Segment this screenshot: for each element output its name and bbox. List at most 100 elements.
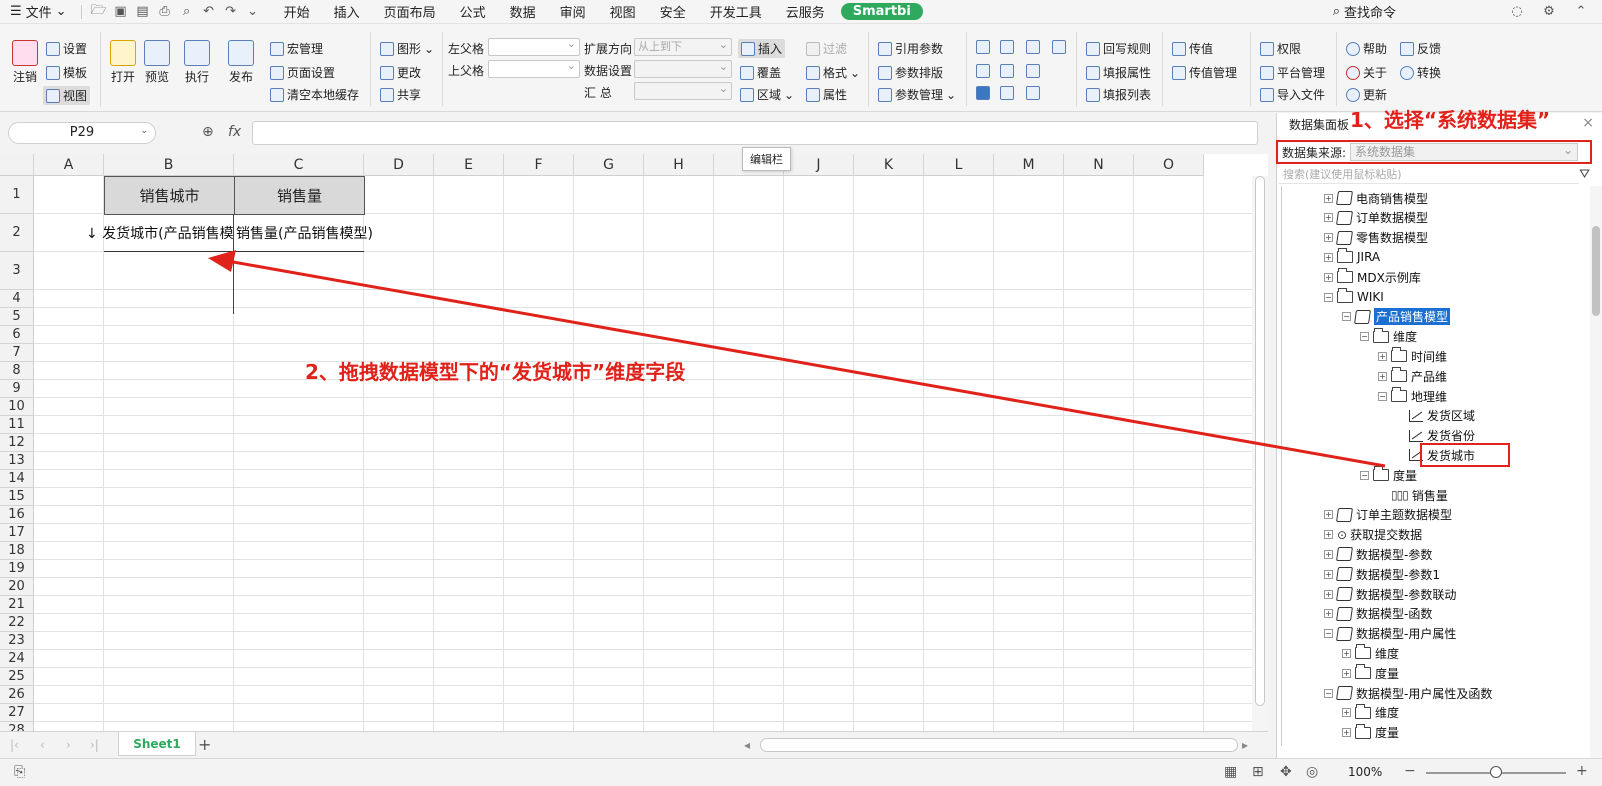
tab-6[interactable]: 视图 — [598, 2, 648, 21]
filter-icon[interactable]: ⛛ — [1579, 167, 1590, 182]
row-header-28[interactable]: 28 — [0, 722, 34, 731]
row-header-23[interactable]: 23 — [0, 632, 34, 650]
tree-node[interactable]: + 数据模型-参数 — [1324, 544, 1432, 564]
tab-smartbi[interactable]: Smartbi — [840, 3, 923, 20]
permission-button[interactable]: 权限 — [1260, 40, 1301, 57]
platform-manage-button[interactable]: 平台管理 — [1260, 64, 1325, 81]
row-header-13[interactable]: 13 — [0, 452, 34, 470]
collapse-icon[interactable]: − — [1324, 629, 1333, 639]
column-header-J[interactable]: J — [784, 154, 854, 176]
tab-0[interactable]: 开始 — [272, 2, 322, 21]
find-command[interactable]: ⌕ 查找命令 — [1333, 2, 1396, 21]
tree-node[interactable]: + 订单主题数据模型 — [1324, 505, 1452, 525]
row-header-14[interactable]: 14 — [0, 470, 34, 488]
row-header-3[interactable]: 3 — [0, 252, 34, 290]
tab-5[interactable]: 审阅 — [548, 2, 598, 21]
tree-node[interactable]: − 数据模型-用户属性 — [1324, 624, 1456, 644]
gear-icon[interactable]: ⚙ — [1538, 1, 1560, 23]
redo-icon[interactable]: ↷ — [220, 1, 242, 23]
param-layout-button[interactable]: 参数排版 — [878, 64, 943, 81]
filter-button[interactable]: 过滤 — [806, 40, 847, 57]
fill-list-button[interactable]: 填报列表 — [1086, 86, 1151, 103]
expand-icon[interactable]: + — [1342, 708, 1351, 718]
tree-node[interactable]: + 数据模型-参数1 — [1324, 564, 1440, 584]
tree-node[interactable]: − 度量 — [1360, 465, 1417, 485]
cover-button[interactable]: 覆盖 — [740, 64, 781, 81]
tree-node[interactable]: ▯▯▯ 销售量 — [1378, 485, 1448, 505]
tree-node[interactable]: + 零售数据模型 — [1324, 228, 1428, 248]
chevron-down-icon[interactable]: ⌄ — [140, 125, 148, 136]
row-header-6[interactable]: 6 — [0, 326, 34, 344]
expand-icon[interactable]: + — [1324, 530, 1333, 540]
collapse-ribbon-icon[interactable]: ⌃ — [1570, 1, 1592, 23]
next-sheet-icon[interactable]: › — [66, 738, 71, 752]
property-button[interactable]: 属性 — [806, 86, 847, 103]
row-header-11[interactable]: 11 — [0, 416, 34, 434]
widget-button-10[interactable] — [1026, 86, 1040, 100]
expand-icon[interactable]: + — [1342, 668, 1351, 678]
insert-button[interactable]: 插入 — [738, 39, 786, 58]
row-header-19[interactable]: 19 — [0, 560, 34, 578]
tree-node[interactable]: + 度量 — [1342, 723, 1399, 743]
template-button[interactable]: 模板 — [46, 64, 87, 81]
cell-b1[interactable]: 销售城市 — [104, 176, 235, 215]
row-header-21[interactable]: 21 — [0, 596, 34, 614]
row-header-18[interactable]: 18 — [0, 542, 34, 560]
widget-button-9[interactable] — [1000, 86, 1014, 100]
tab-1[interactable]: 插入 — [322, 2, 372, 21]
tab-4[interactable]: 数据 — [498, 2, 548, 21]
pdf-icon[interactable]: ▤ — [132, 1, 154, 23]
widget-button-3[interactable] — [1026, 40, 1040, 54]
about-button[interactable]: 关于 — [1346, 64, 1387, 81]
ref-param-button[interactable]: 引用参数 — [878, 40, 943, 57]
region-button[interactable]: 区域 ⌄ — [740, 86, 794, 103]
column-header-M[interactable]: M — [994, 154, 1064, 176]
scroll-thumb[interactable] — [1255, 176, 1265, 706]
comment-icon[interactable]: ◌ — [1506, 1, 1528, 23]
first-sheet-icon[interactable]: |‹ — [10, 738, 19, 752]
prev-sheet-icon[interactable]: ‹ — [40, 738, 45, 752]
column-header-K[interactable]: K — [854, 154, 924, 176]
import-file-button[interactable]: 导入文件 — [1260, 86, 1325, 103]
name-box[interactable]: P29 — [8, 122, 156, 144]
row-header-17[interactable]: 17 — [0, 524, 34, 542]
sheet-tab[interactable]: Sheet1 — [118, 732, 196, 756]
widget-button-6[interactable] — [1000, 64, 1014, 78]
share-button[interactable]: 共享 — [380, 86, 421, 103]
row-header-12[interactable]: 12 — [0, 434, 34, 452]
expand-icon[interactable]: + — [1324, 252, 1333, 262]
row-header-24[interactable]: 24 — [0, 650, 34, 668]
execute-button[interactable]: 执行 — [184, 40, 210, 85]
tree-node[interactable]: − 产品销售模型 — [1342, 307, 1451, 327]
tab-9[interactable]: 云服务 — [774, 2, 837, 21]
collapse-icon[interactable]: − — [1324, 688, 1333, 698]
sheet-grid[interactable]: ABCDEFGHIJKLMNO1234567891011121314151617… — [0, 154, 1268, 731]
widget-button-8[interactable] — [976, 86, 990, 100]
data-settings-select[interactable] — [634, 59, 732, 78]
preview-button[interactable]: 预览 — [144, 40, 170, 85]
scroll-right-icon[interactable]: ▸ — [1242, 738, 1248, 752]
row-header-2[interactable]: 2 — [0, 214, 34, 252]
change-button[interactable]: 更改 — [380, 64, 421, 81]
settings-button[interactable]: 设置 — [46, 40, 87, 57]
tree-node[interactable]: + 维度 — [1342, 643, 1399, 663]
widget-button-1[interactable] — [976, 40, 990, 54]
expand-icon[interactable]: + — [1324, 609, 1333, 619]
logout-button[interactable]: 注销 — [12, 40, 38, 85]
collapse-icon[interactable]: − — [1342, 312, 1351, 322]
tree-node[interactable]: + 度量 — [1342, 663, 1399, 683]
widget-button-4[interactable] — [1052, 40, 1066, 54]
tree-node[interactable]: + 产品维 — [1378, 366, 1447, 386]
tree-node[interactable]: + ⊙ 获取提交数据 — [1324, 525, 1422, 545]
help-button[interactable]: 帮助 — [1346, 40, 1387, 57]
expand-icon[interactable]: + — [1324, 193, 1333, 203]
expand-icon[interactable]: + — [1324, 589, 1333, 599]
page-setup-button[interactable]: 页面设置 — [270, 64, 335, 81]
tree-node[interactable]: − 地理维 — [1378, 386, 1447, 406]
writeback-rule-button[interactable]: 回写规则 — [1086, 40, 1151, 57]
macro-record-icon[interactable]: ⎘ — [14, 764, 25, 780]
zoom-in-icon[interactable]: + — [1576, 763, 1588, 779]
macro-manage-button[interactable]: 宏管理 — [270, 40, 323, 57]
formula-input[interactable] — [252, 121, 1258, 145]
normal-view-icon[interactable]: ▦ — [1224, 764, 1237, 780]
